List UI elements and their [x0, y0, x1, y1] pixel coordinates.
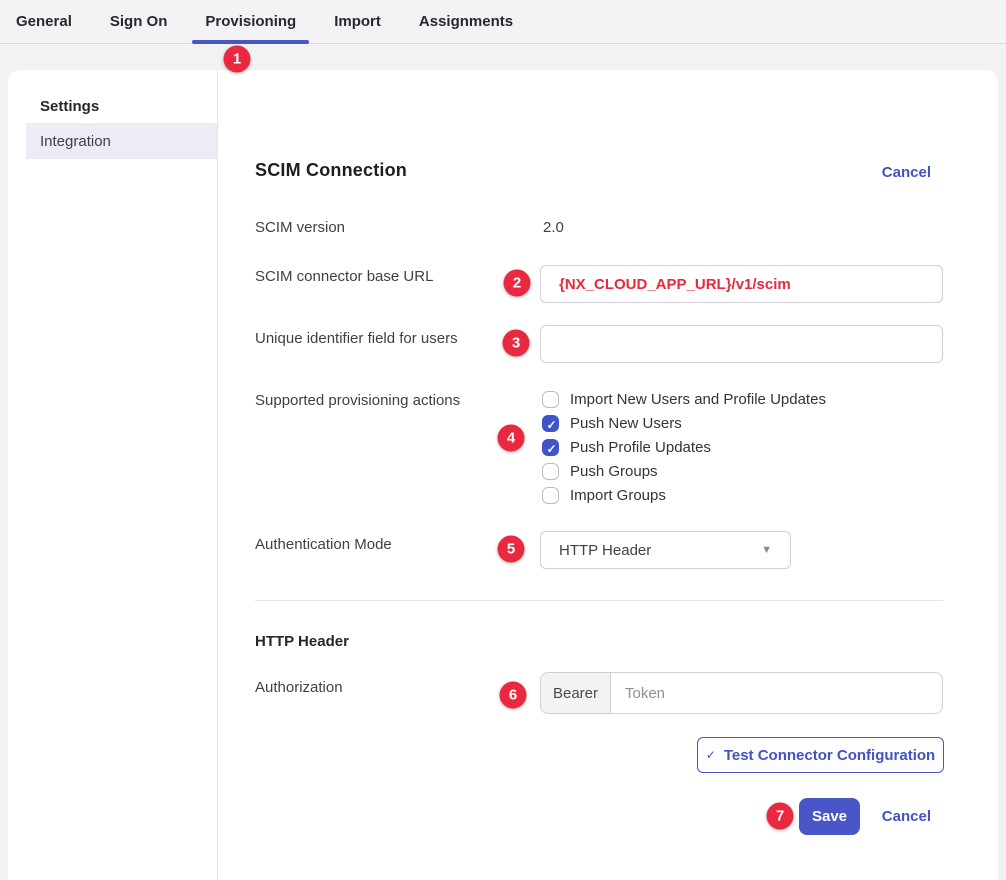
checkbox-icon[interactable]: [542, 391, 559, 408]
base-url-label: SCIM connector base URL: [255, 268, 433, 285]
scim-version-value: 2.0: [543, 219, 564, 236]
unique-id-label: Unique identifier field for users: [255, 330, 458, 347]
save-button[interactable]: Save: [799, 798, 860, 835]
checkbox-push-profile-updates[interactable]: Push Profile Updates: [542, 439, 711, 456]
checkbox-icon[interactable]: [542, 439, 559, 456]
tab-general[interactable]: General: [3, 0, 85, 43]
checkbox-icon[interactable]: [542, 487, 559, 504]
checkbox-import-new-users[interactable]: Import New Users and Profile Updates: [542, 391, 826, 408]
bearer-prefix: Bearer: [541, 673, 611, 713]
step-badge-5: 5: [498, 536, 525, 563]
checkbox-label: Import Groups: [570, 487, 666, 504]
unique-id-input[interactable]: [540, 325, 943, 363]
checkbox-label: Push New Users: [570, 415, 682, 432]
checkbox-label: Import New Users and Profile Updates: [570, 391, 826, 408]
test-connector-button[interactable]: ✓ Test Connector Configuration: [697, 737, 944, 773]
auth-mode-select[interactable]: HTTP Header ▼: [540, 531, 791, 569]
test-connector-label: Test Connector Configuration: [724, 747, 935, 764]
sidebar-item-label: Integration: [40, 133, 111, 150]
content-card: Settings Integration SCIM Connection Can…: [8, 70, 998, 880]
auth-mode-label: Authentication Mode: [255, 536, 392, 553]
checkbox-push-new-users[interactable]: Push New Users: [542, 415, 682, 432]
tab-sign-on[interactable]: Sign On: [97, 0, 181, 43]
cancel-link-bottom[interactable]: Cancel: [882, 808, 931, 825]
section-divider: [255, 600, 943, 601]
provisioning-actions-label: Supported provisioning actions: [255, 392, 460, 409]
step-badge-6: 6: [500, 682, 527, 709]
check-icon: ✓: [706, 748, 716, 762]
checkbox-icon[interactable]: [542, 415, 559, 432]
checkbox-push-groups[interactable]: Push Groups: [542, 463, 658, 480]
checkbox-label: Push Profile Updates: [570, 439, 711, 456]
step-badge-1: 1: [224, 46, 251, 73]
app-tab-bar: General Sign On Provisioning Import Assi…: [0, 0, 1006, 44]
token-input[interactable]: [611, 673, 942, 713]
sidebar-item-integration[interactable]: Integration: [26, 123, 217, 159]
page-title: SCIM Connection: [255, 160, 407, 181]
step-badge-2: 2: [504, 270, 531, 297]
chevron-down-icon: ▼: [761, 544, 772, 556]
tab-import[interactable]: Import: [321, 0, 394, 43]
scim-version-label: SCIM version: [255, 219, 345, 236]
step-badge-7: 7: [767, 803, 794, 830]
cancel-link-top[interactable]: Cancel: [882, 164, 931, 181]
http-header-section-title: HTTP Header: [255, 633, 349, 650]
checkbox-icon[interactable]: [542, 463, 559, 480]
step-badge-4: 4: [498, 425, 525, 452]
tab-assignments[interactable]: Assignments: [406, 0, 526, 43]
base-url-input[interactable]: [540, 265, 943, 303]
auth-mode-selected-value: HTTP Header: [559, 542, 651, 559]
authorization-label: Authorization: [255, 679, 343, 696]
settings-sidebar: Settings Integration: [8, 70, 218, 880]
checkbox-label: Push Groups: [570, 463, 658, 480]
authorization-input-group: Bearer: [540, 672, 943, 714]
step-badge-3: 3: [503, 330, 530, 357]
checkbox-import-groups[interactable]: Import Groups: [542, 487, 666, 504]
tab-provisioning[interactable]: Provisioning: [192, 0, 309, 43]
sidebar-header: Settings: [40, 98, 99, 115]
